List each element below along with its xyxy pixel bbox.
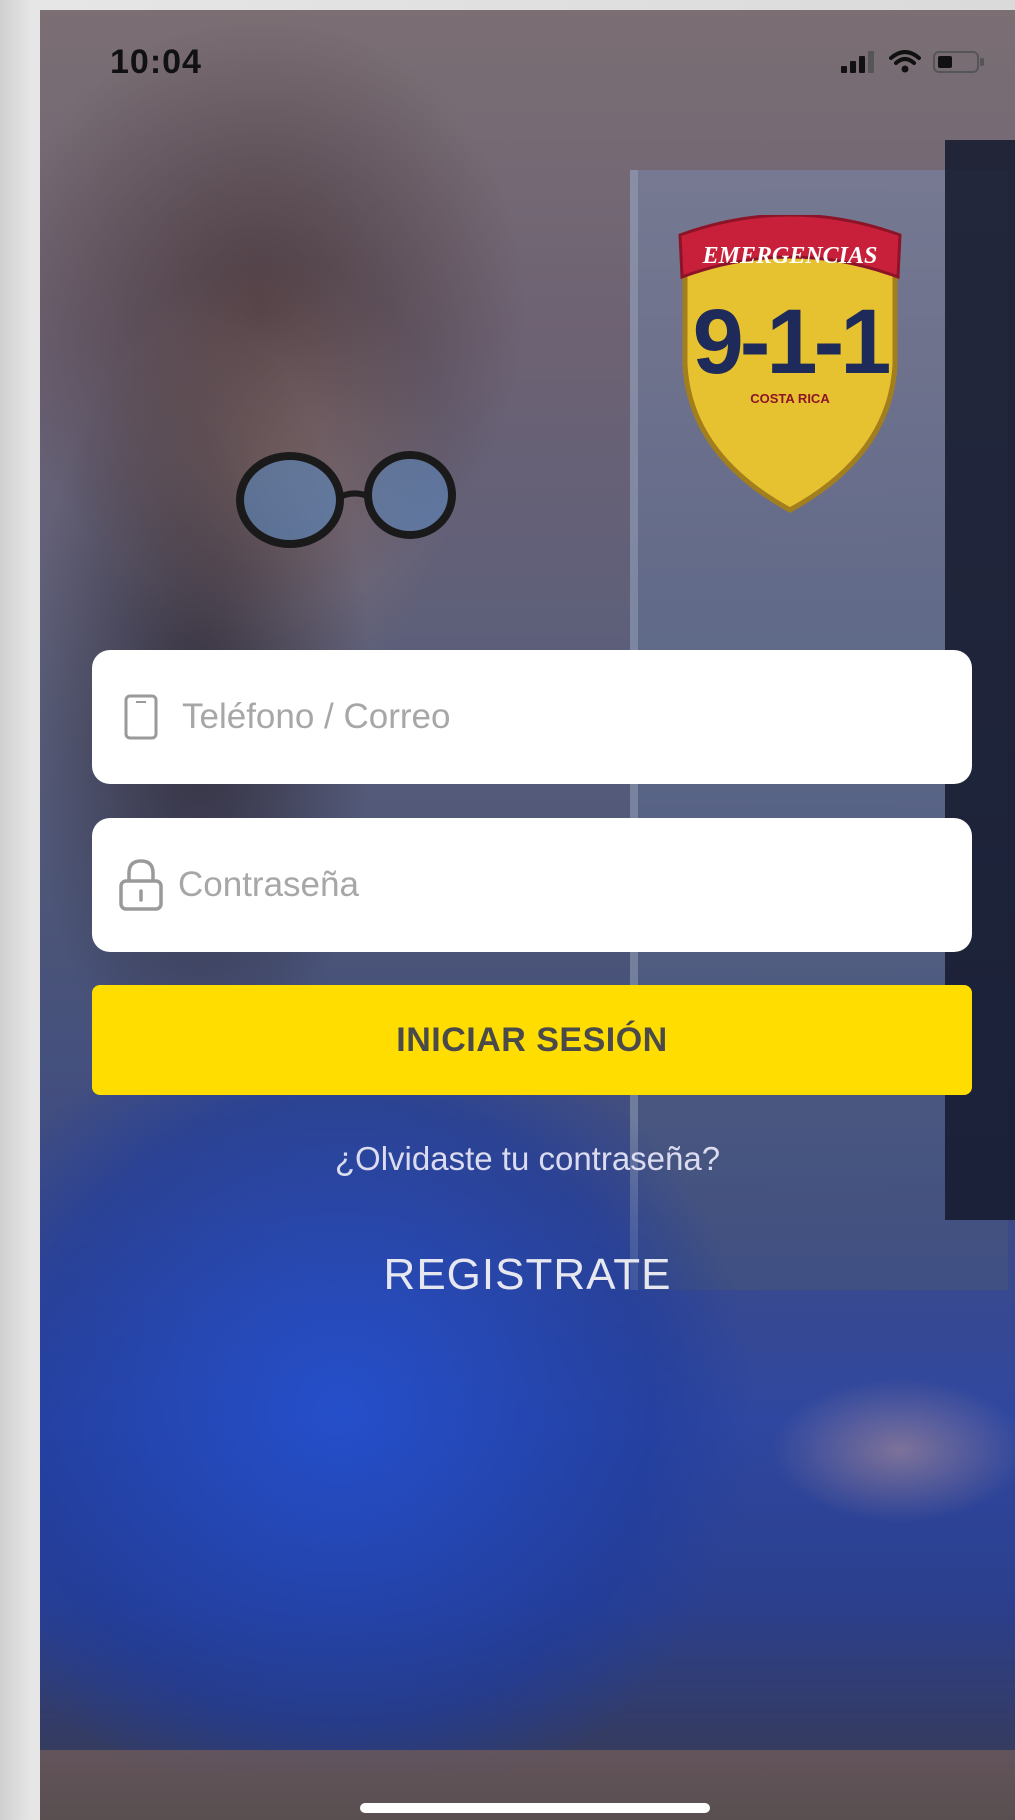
wifi-icon: [889, 50, 921, 73]
signal-icon: [841, 51, 874, 73]
register-link[interactable]: REGISTRATE: [40, 1250, 1015, 1300]
background-person-hand: [740, 1350, 1015, 1550]
home-indicator[interactable]: [360, 1803, 710, 1813]
glasses-shape: [236, 451, 456, 548]
logo-country: COSTA RICA: [750, 391, 830, 406]
phone-email-field[interactable]: [92, 650, 972, 784]
forgot-password-link[interactable]: ¿Olvidaste tu contraseña?: [40, 1140, 1015, 1178]
emergencias-911-logo: EMERGENCIAS 9-1-1 COSTA RICA: [678, 215, 902, 513]
password-field[interactable]: [92, 818, 972, 952]
status-icons: [841, 50, 985, 74]
battery-icon: [933, 51, 984, 73]
logo-banner-text: EMERGENCIAS: [702, 243, 878, 269]
phone-screen: 10:04 EMERGENCIAS 9-1-1 COSTA RICA Teléf…: [40, 10, 1015, 1820]
phone-email-input[interactable]: [180, 686, 884, 748]
logo-number: 9-1-1: [693, 291, 890, 393]
password-input[interactable]: [176, 854, 880, 916]
device-frame: 10:04 EMERGENCIAS 9-1-1 COSTA RICA Teléf…: [0, 0, 1015, 1820]
lock-icon: [118, 858, 164, 912]
login-button[interactable]: INICIAR SESIÓN: [92, 985, 972, 1095]
phone-icon: [124, 694, 158, 740]
status-bar: 10:04: [40, 10, 1015, 110]
status-time: 10:04: [110, 43, 202, 81]
